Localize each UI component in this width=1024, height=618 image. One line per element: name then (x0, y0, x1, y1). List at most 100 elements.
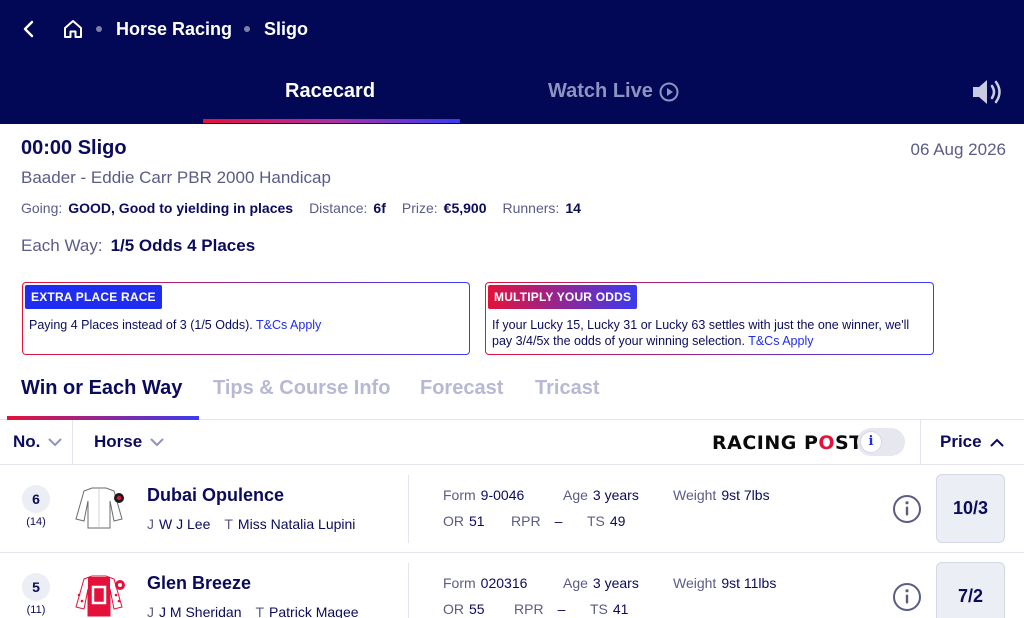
breadcrumb-separator (244, 26, 251, 32)
tab-tips-course-info[interactable]: Tips & Course Info (213, 377, 390, 400)
ts-stat: TS 49 (587, 513, 625, 529)
going-label: Going: (21, 200, 63, 216)
chevron-down-icon (48, 438, 62, 446)
sound-button[interactable] (971, 76, 1005, 108)
tab-win-or-each-way[interactable]: Win or Each Way (21, 377, 182, 400)
or-stat: OR 51 (443, 513, 485, 529)
draw-number: (11) (26, 604, 46, 616)
tab-watch-live[interactable]: Watch Live (548, 80, 679, 103)
tab-active-indicator (203, 119, 460, 123)
runner-table-header: No. Horse RACING POST i Price (0, 420, 1024, 465)
price-button[interactable]: 7/2 (936, 562, 1005, 618)
or-stat: OR 55 (443, 601, 485, 617)
runner-info-button[interactable] (892, 582, 922, 612)
silks-icon (75, 575, 125, 617)
header: Horse Racing Sligo Racecard Watch Live (0, 0, 1024, 124)
breadcrumb-sligo[interactable]: Sligo (264, 19, 308, 40)
play-circle-icon (659, 82, 679, 101)
jockey-silks (70, 573, 128, 618)
tcs-link[interactable]: T&Cs Apply (256, 318, 321, 332)
jockey-label: J (147, 516, 154, 532)
table-row: 5 (11) Glen Breeze J J M Sheridan T Patr… (0, 553, 1024, 618)
jockey-trainer: J W J Lee T Miss Natalia Lupini (147, 516, 369, 532)
form-stat: Form 020316 (443, 575, 527, 591)
breadcrumb-horse-racing[interactable]: Horse Racing (116, 19, 232, 40)
tab-watch-live-label: Watch Live (548, 80, 653, 102)
each-way-label: Each Way: (21, 236, 103, 255)
divider (408, 563, 409, 618)
info-icon: i (860, 431, 882, 453)
promo-description: If your Lucky 15, Lucky 31 or Lucky 63 s… (492, 318, 910, 348)
form-value: 020316 (480, 575, 528, 591)
rpr-stat: RPR – (514, 601, 565, 617)
ts-value: 49 (609, 513, 626, 529)
or-label: OR (443, 601, 464, 617)
promo-text: Paying 4 Places instead of 3 (1/5 Odds).… (29, 317, 461, 333)
runners-value: 14 (565, 200, 581, 216)
age-stat: Age 3 years (563, 575, 639, 591)
trainer-label: T (224, 516, 233, 532)
prize-label: Prize: (401, 200, 438, 216)
back-button[interactable] (18, 14, 38, 44)
trainer-name: Miss Natalia Lupini (237, 516, 356, 532)
tab-racecard[interactable]: Racecard (285, 80, 375, 103)
racing-post-toggle[interactable]: i (857, 428, 905, 456)
info-icon (893, 495, 921, 523)
runner-info-button[interactable] (892, 494, 922, 524)
horse-name[interactable]: Glen Breeze (147, 573, 251, 594)
divider (408, 475, 409, 543)
sort-by-number[interactable]: No. (13, 432, 62, 452)
or-value: 55 (469, 601, 485, 617)
age-label: Age (563, 487, 588, 503)
weight-value: 9st 7lbs (721, 487, 770, 503)
runners-label: Runners: (502, 200, 560, 216)
ts-value: 41 (612, 601, 629, 617)
speaker-icon (973, 80, 1001, 104)
weight-value: 9st 11lbs (721, 575, 777, 591)
race-meta: Going: GOOD, Good to yielding in places … (21, 200, 597, 216)
jockey-name: J M Sheridan (159, 604, 242, 618)
jockey-name: W J Lee (159, 516, 211, 532)
ts-label: TS (587, 513, 605, 529)
tab-tricast[interactable]: Tricast (535, 377, 599, 400)
saddle-cloth-number: 5 (22, 573, 50, 601)
horse-name[interactable]: Dubai Opulence (147, 485, 284, 506)
weight-label: Weight (673, 575, 717, 591)
trainer-name: Patrick Magee (269, 604, 359, 618)
price-button[interactable]: 10/3 (936, 474, 1005, 543)
tcs-link[interactable]: T&Cs Apply (748, 334, 813, 348)
market-tabs: Win or Each Way Tips & Course Info Forec… (0, 372, 1024, 420)
jockey-silks (70, 485, 128, 531)
jockey-trainer: J J M Sheridan T Patrick Magee (147, 604, 373, 618)
promo-badge: MULTIPLY YOUR ODDS (488, 285, 638, 309)
or-value: 51 (469, 513, 485, 529)
race-date: 06 Aug 2026 (910, 140, 1006, 159)
distance-value: 6f (373, 200, 386, 216)
rpr-label: RPR (511, 513, 541, 529)
weight-label: Weight (673, 487, 717, 503)
column-price-label: Price (940, 432, 982, 451)
weight-stat: Weight 9st 11lbs (673, 575, 776, 591)
chevron-down-icon (150, 438, 164, 446)
main-tabs: Racecard Watch Live (0, 70, 1024, 124)
chevron-up-icon (990, 438, 1004, 446)
race-name: Baader - Eddie Carr PBR 2000 Handicap (21, 168, 331, 187)
tab-forecast[interactable]: Forecast (420, 377, 503, 400)
table-row: 6 (14) Dubai Opulence J W J Lee T Miss N… (0, 465, 1024, 553)
weight-stat: Weight 9st 7lbs (673, 487, 770, 503)
home-icon (64, 20, 82, 38)
sort-by-price[interactable]: Price (940, 432, 1004, 452)
home-button[interactable] (62, 14, 84, 44)
race-title: 00:00 Sligo (21, 137, 127, 159)
saddle-cloth-number: 6 (22, 485, 50, 513)
distance-label: Distance: (309, 200, 368, 216)
form-value: 9-0046 (480, 487, 525, 503)
breadcrumb: Horse Racing Sligo (18, 14, 308, 44)
promo-badge: EXTRA PLACE RACE (25, 285, 162, 309)
chevron-left-icon (23, 20, 34, 38)
sort-by-horse[interactable]: Horse (94, 432, 164, 452)
ts-label: TS (590, 601, 608, 617)
column-horse-label: Horse (94, 432, 143, 451)
divider (920, 420, 921, 465)
age-stat: Age 3 years (563, 487, 639, 503)
